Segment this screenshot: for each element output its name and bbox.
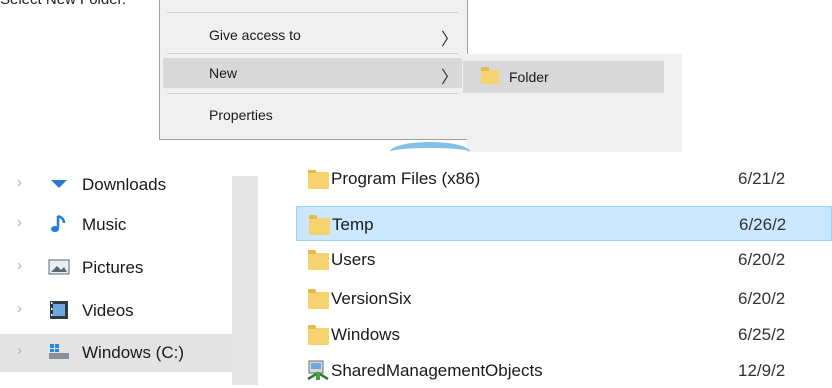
nav-item-windows-drive[interactable]: › Windows (C:) (0, 334, 232, 372)
nav-item-videos[interactable]: › Videos (0, 292, 232, 328)
music-icon (51, 214, 66, 232)
nav-item-music[interactable]: › Music (0, 206, 232, 242)
file-name: Users (331, 250, 376, 269)
cursor-highlight (390, 142, 470, 162)
menu-item-give-access[interactable]: Give access to 〉 (163, 20, 462, 50)
videos-icon (50, 301, 68, 319)
folder-icon (308, 289, 329, 309)
chevron-right-icon: › (17, 342, 22, 359)
folder-icon (481, 67, 499, 84)
nav-item-label: Pictures (82, 258, 144, 277)
file-name: Temp (332, 215, 374, 234)
file-row-selected[interactable]: Temp 6/26/2 (296, 206, 832, 241)
menu-item-label: Give access to (209, 27, 301, 43)
file-row[interactable]: Windows 6/25/2 (296, 317, 832, 352)
scrollbar[interactable] (232, 176, 258, 385)
file-date: 6/20/2 (738, 289, 786, 308)
nav-item-downloads[interactable]: › Downloads (0, 166, 232, 202)
nav-item-label: Videos (82, 301, 134, 320)
installer-icon (307, 360, 329, 381)
file-name: Windows (331, 325, 400, 344)
folder-icon (308, 170, 329, 189)
menu-item-label: Properties (209, 107, 273, 123)
folder-icon (308, 325, 329, 345)
menu-separator (167, 12, 458, 13)
file-row[interactable]: Program Files (x86) 6/21/2 (296, 170, 832, 196)
menu-item-properties[interactable]: Properties (163, 100, 462, 130)
chevron-right-icon: › (17, 257, 22, 274)
menu-item-label: New (209, 65, 238, 81)
instruction-caption: Select New Folder. (0, 0, 126, 8)
file-date: 6/25/2 (738, 325, 786, 344)
pictures-icon (48, 259, 70, 275)
menu-separator (167, 53, 458, 54)
chevron-right-icon: › (17, 214, 22, 231)
menu-separator (167, 93, 458, 94)
download-icon (51, 180, 67, 188)
nav-item-label: Windows (C:) (82, 343, 185, 362)
submenu-item-label: Folder (509, 69, 549, 85)
submenu-item-folder[interactable]: Folder (463, 61, 664, 93)
file-row[interactable]: Users 6/20/2 (296, 242, 832, 277)
file-date: 6/26/2 (739, 215, 787, 234)
folder-icon (308, 250, 329, 270)
drive-icon (49, 344, 69, 359)
file-name: SharedManagementObjects (331, 361, 543, 380)
file-name: Program Files (x86) (331, 170, 481, 188)
file-date: 12/9/2 (738, 361, 786, 380)
nav-item-pictures[interactable]: › Pictures (0, 249, 232, 285)
file-name: VersionSix (331, 289, 412, 308)
chevron-right-icon: › (17, 174, 22, 191)
menu-item-new[interactable]: New 〉 (163, 58, 462, 88)
chevron-right-icon: › (17, 300, 22, 317)
nav-item-label: Downloads (82, 175, 167, 194)
chevron-right-icon: 〉 (441, 30, 458, 49)
chevron-right-icon: 〉 (441, 68, 458, 87)
file-row[interactable]: SharedManagementObjects 12/9/2 (296, 353, 832, 388)
nav-item-label: Music (82, 215, 127, 234)
folder-icon (309, 215, 330, 235)
file-date: 6/20/2 (738, 250, 786, 269)
file-date: 6/21/2 (738, 170, 786, 188)
file-row[interactable]: VersionSix 6/20/2 (296, 281, 832, 316)
